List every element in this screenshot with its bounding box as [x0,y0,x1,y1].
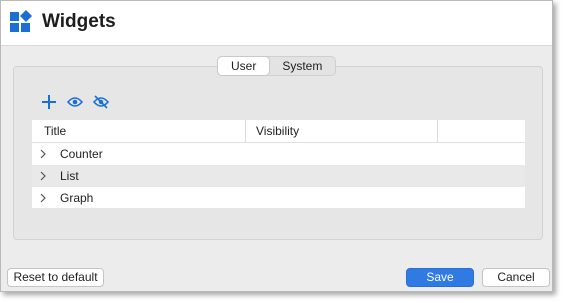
plus-icon [42,95,56,109]
widgets-app-icon [10,10,32,32]
tab-switcher: User System [217,56,337,76]
add-widget-button[interactable] [40,93,58,111]
cancel-button[interactable]: Cancel [482,268,550,287]
show-widget-button[interactable] [66,93,84,111]
save-button[interactable]: Save [406,268,474,287]
chevron-right-icon[interactable] [38,193,48,203]
column-header-visibility[interactable]: Visibility [256,120,299,142]
tab-system[interactable]: System [269,57,335,75]
widget-toolbar [40,93,110,111]
row-title: Graph [60,191,94,205]
column-header-title[interactable]: Title [44,120,66,142]
column-divider[interactable] [245,120,246,142]
tab-user[interactable]: User [218,57,270,75]
table-row[interactable]: List [32,165,525,187]
column-divider[interactable] [437,120,438,142]
table-row[interactable]: Graph [32,187,525,209]
hide-widget-button[interactable] [92,93,110,111]
widgets-table: Title Visibility Counter List Graph [32,120,525,208]
row-title: List [60,169,79,183]
reset-to-default-button[interactable]: Reset to default [7,268,104,287]
dialog-header: Widgets [1,1,552,46]
eye-slash-icon [93,95,109,109]
table-row[interactable]: Counter [32,143,525,165]
table-header: Title Visibility [32,120,525,143]
row-title: Counter [60,147,103,161]
chevron-right-icon[interactable] [38,149,48,159]
eye-icon [67,97,83,107]
dialog-title: Widgets [42,11,116,32]
chevron-right-icon[interactable] [38,171,48,181]
